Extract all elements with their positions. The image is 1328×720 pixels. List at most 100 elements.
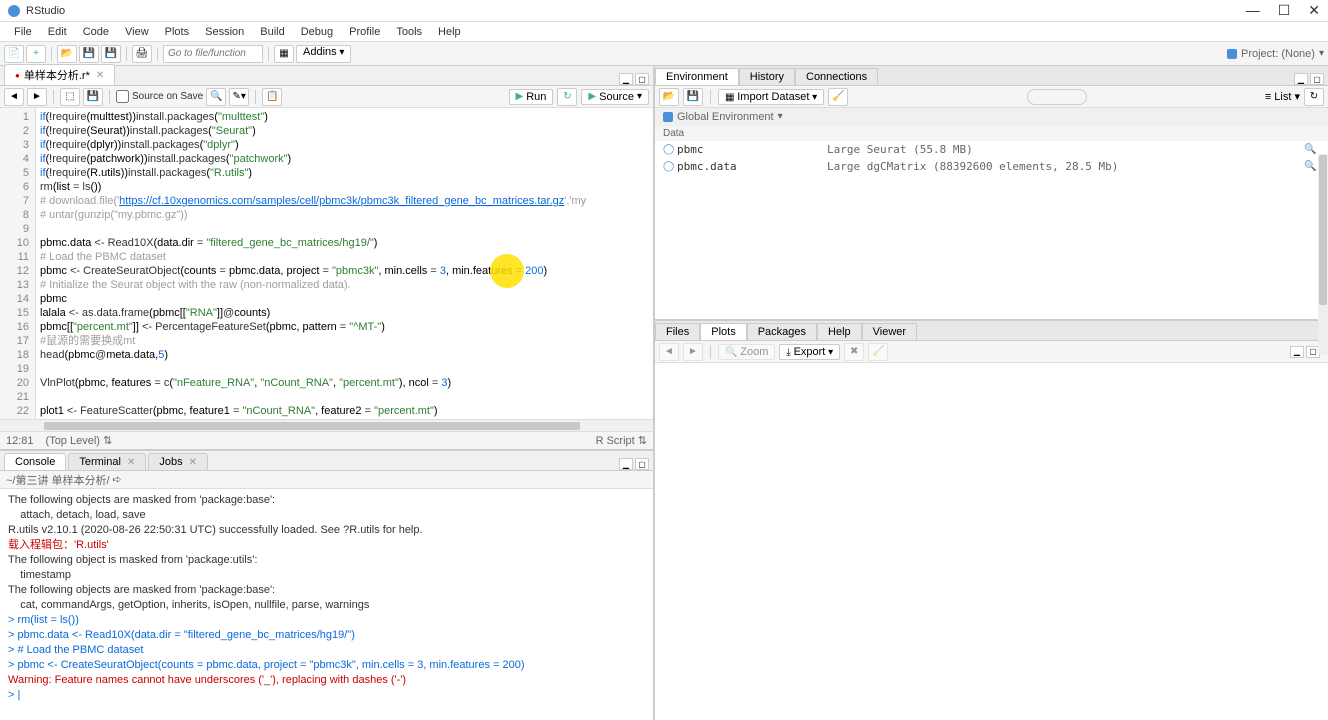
print-button[interactable]: 🖨 [132,45,152,63]
source-tab[interactable]: ● 单样本分析.r* ✕ [4,64,115,85]
clear-workspace-button[interactable]: 🧹 [828,88,848,106]
zoom-button[interactable]: 🔍 Zoom [718,344,775,360]
menu-plots[interactable]: Plots [157,24,197,40]
new-project-button[interactable]: + [26,45,46,63]
env-tab-environment[interactable]: Environment [655,68,739,85]
minimize-button[interactable]: — [1246,2,1260,19]
env-row[interactable]: ◯pbmc.dataLarge dgCMatrix (88392600 elem… [655,158,1328,175]
source-dropdown-button[interactable]: ▶Source ▾ [581,89,649,105]
plots-toolbar: ◄ ► 🔍 Zoom ⤓ Export ▾ ✖ 🧹 ▁ ▢ [655,341,1328,363]
project-selector[interactable]: Project: (None) ▾ [1227,48,1324,60]
source-on-save-label: Source on Save [132,91,203,102]
environment-toolbar: 📂 💾 ▦ Import Dataset ▾ 🧹 ≡ List ▾ ↻ [655,86,1328,108]
menu-code[interactable]: Code [75,24,117,40]
console-tabs: ConsoleTerminal ✕Jobs ✕ ▁▢ [0,451,653,471]
env-tab-history[interactable]: History [739,68,795,85]
show-in-new-window-button[interactable]: ⬚ [60,88,80,106]
minimize-env-icon[interactable]: ▁ [1294,73,1308,85]
close-button[interactable]: ✕ [1308,2,1320,19]
menu-help[interactable]: Help [430,24,469,40]
grid-view-button[interactable]: ▦ [274,45,294,63]
run-arrow-icon: ▶ [516,91,524,102]
path-chevron-icon[interactable]: ➪ [112,473,121,486]
goto-file-input[interactable] [163,45,263,63]
save-button[interactable]: 💾 [79,45,99,63]
addins-dropdown[interactable]: Addins ▾ [296,45,351,63]
minimize-files-pane-icon[interactable]: ▁ [1290,346,1304,358]
titlebar: RStudio — ☐ ✕ [0,0,1328,22]
save-all-button[interactable]: 💾 [101,45,121,63]
save-workspace-button[interactable]: 💾 [683,88,703,106]
compile-report-button[interactable]: 📋 [262,88,282,106]
run-button[interactable]: ▶Run [509,89,554,105]
source-arrow-icon: ▶ [588,91,596,102]
language-mode[interactable]: R Script ⇅ [596,434,647,447]
window-controls: — ☐ ✕ [1246,2,1320,19]
save-source-button[interactable]: 💾 [83,88,103,106]
expand-icon[interactable]: ◯ [663,144,677,155]
remove-plot-button[interactable]: ✖ [844,343,864,361]
files-tab-plots[interactable]: Plots [700,323,746,340]
expand-icon[interactable]: ◯ [663,161,677,172]
menu-profile[interactable]: Profile [341,24,388,40]
files-tab-packages[interactable]: Packages [747,323,817,340]
source-on-save-checkbox[interactable] [116,90,129,103]
menu-view[interactable]: View [117,24,157,40]
maximize-console-icon[interactable]: ▢ [635,458,649,470]
files-tab-help[interactable]: Help [817,323,862,340]
menu-tools[interactable]: Tools [388,24,430,40]
menu-session[interactable]: Session [197,24,252,40]
menu-build[interactable]: Build [252,24,292,40]
source-statusbar: 12:81 (Top Level) ⇅ R Script ⇅ [0,431,653,449]
unsaved-indicator-icon: ● [15,71,20,80]
menu-file[interactable]: File [6,24,40,40]
new-file-button[interactable]: 📄 [4,45,24,63]
menubar: FileEditCodeViewPlotsSessionBuildDebugPr… [0,22,1328,42]
console-output[interactable]: The following objects are masked from 'p… [0,489,653,720]
list-mode-dropdown[interactable]: ≡ List ▾ [1265,90,1300,103]
wand-button[interactable]: ✎▾ [229,88,249,106]
close-tab-icon[interactable]: ✕ [96,70,104,81]
console-tab-console[interactable]: Console [4,453,66,470]
files-tab-files[interactable]: Files [655,323,700,340]
source-toolbar: ◄ ► ⬚ 💾 Source on Save 🔍 ✎▾ 📋 ▶Run ↻ ▶So… [0,86,653,108]
env-row[interactable]: ◯pbmcLarge Seurat (55.8 MB)🔍 [655,141,1328,158]
environment-tabs: EnvironmentHistoryConnections ▁▢ [655,66,1328,86]
load-workspace-button[interactable]: 📂 [659,88,679,106]
import-dataset-button[interactable]: ▦ Import Dataset ▾ [718,89,824,105]
maximize-env-icon[interactable]: ▢ [1310,73,1324,85]
horizontal-scrollbar[interactable] [0,419,653,431]
plots-body [655,363,1328,720]
code-area[interactable]: if(!require(multtest))install.packages("… [36,108,653,419]
menu-debug[interactable]: Debug [293,24,341,40]
files-tab-viewer[interactable]: Viewer [862,323,917,340]
minimize-console-icon[interactable]: ▁ [619,458,633,470]
app-title: RStudio [26,5,65,17]
forward-button[interactable]: ► [27,88,47,106]
menu-edit[interactable]: Edit [40,24,75,40]
console-tab-jobs[interactable]: Jobs ✕ [148,453,208,470]
plots-forward-button[interactable]: ► [683,343,703,361]
files-pane-tabs: FilesPlotsPackagesHelpViewer [655,321,1328,341]
environment-list: Data ◯pbmcLarge Seurat (55.8 MB)🔍◯pbmc.d… [655,126,1328,319]
export-button[interactable]: ⤓ Export ▾ [779,344,840,360]
open-file-button[interactable]: 📂 [57,45,77,63]
env-tab-connections[interactable]: Connections [795,68,878,85]
refresh-env-button[interactable]: ↻ [1304,88,1324,106]
env-search-input[interactable] [1027,89,1087,105]
right-vertical-scrollbar[interactable] [1318,154,1328,354]
rerun-button[interactable]: ↻ [557,88,577,106]
scope-selector[interactable]: (Top Level) ⇅ [46,434,113,447]
minimize-pane-icon[interactable]: ▁ [619,73,633,85]
find-button[interactable]: 🔍 [206,88,226,106]
maximize-button[interactable]: ☐ [1278,2,1291,19]
clear-plots-button[interactable]: 🧹 [868,343,888,361]
plots-back-button[interactable]: ◄ [659,343,679,361]
environment-scope[interactable]: Global Environment ▾ [655,108,1328,126]
maximize-pane-icon[interactable]: ▢ [635,73,649,85]
console-tab-terminal[interactable]: Terminal ✕ [68,453,146,470]
back-button[interactable]: ◄ [4,88,24,106]
source-editor[interactable]: 1234567891011121314151617181920212223242… [0,108,653,419]
source-tabs: ● 单样本分析.r* ✕ ▁ ▢ [0,66,653,86]
line-gutter: 1234567891011121314151617181920212223242… [0,108,36,419]
